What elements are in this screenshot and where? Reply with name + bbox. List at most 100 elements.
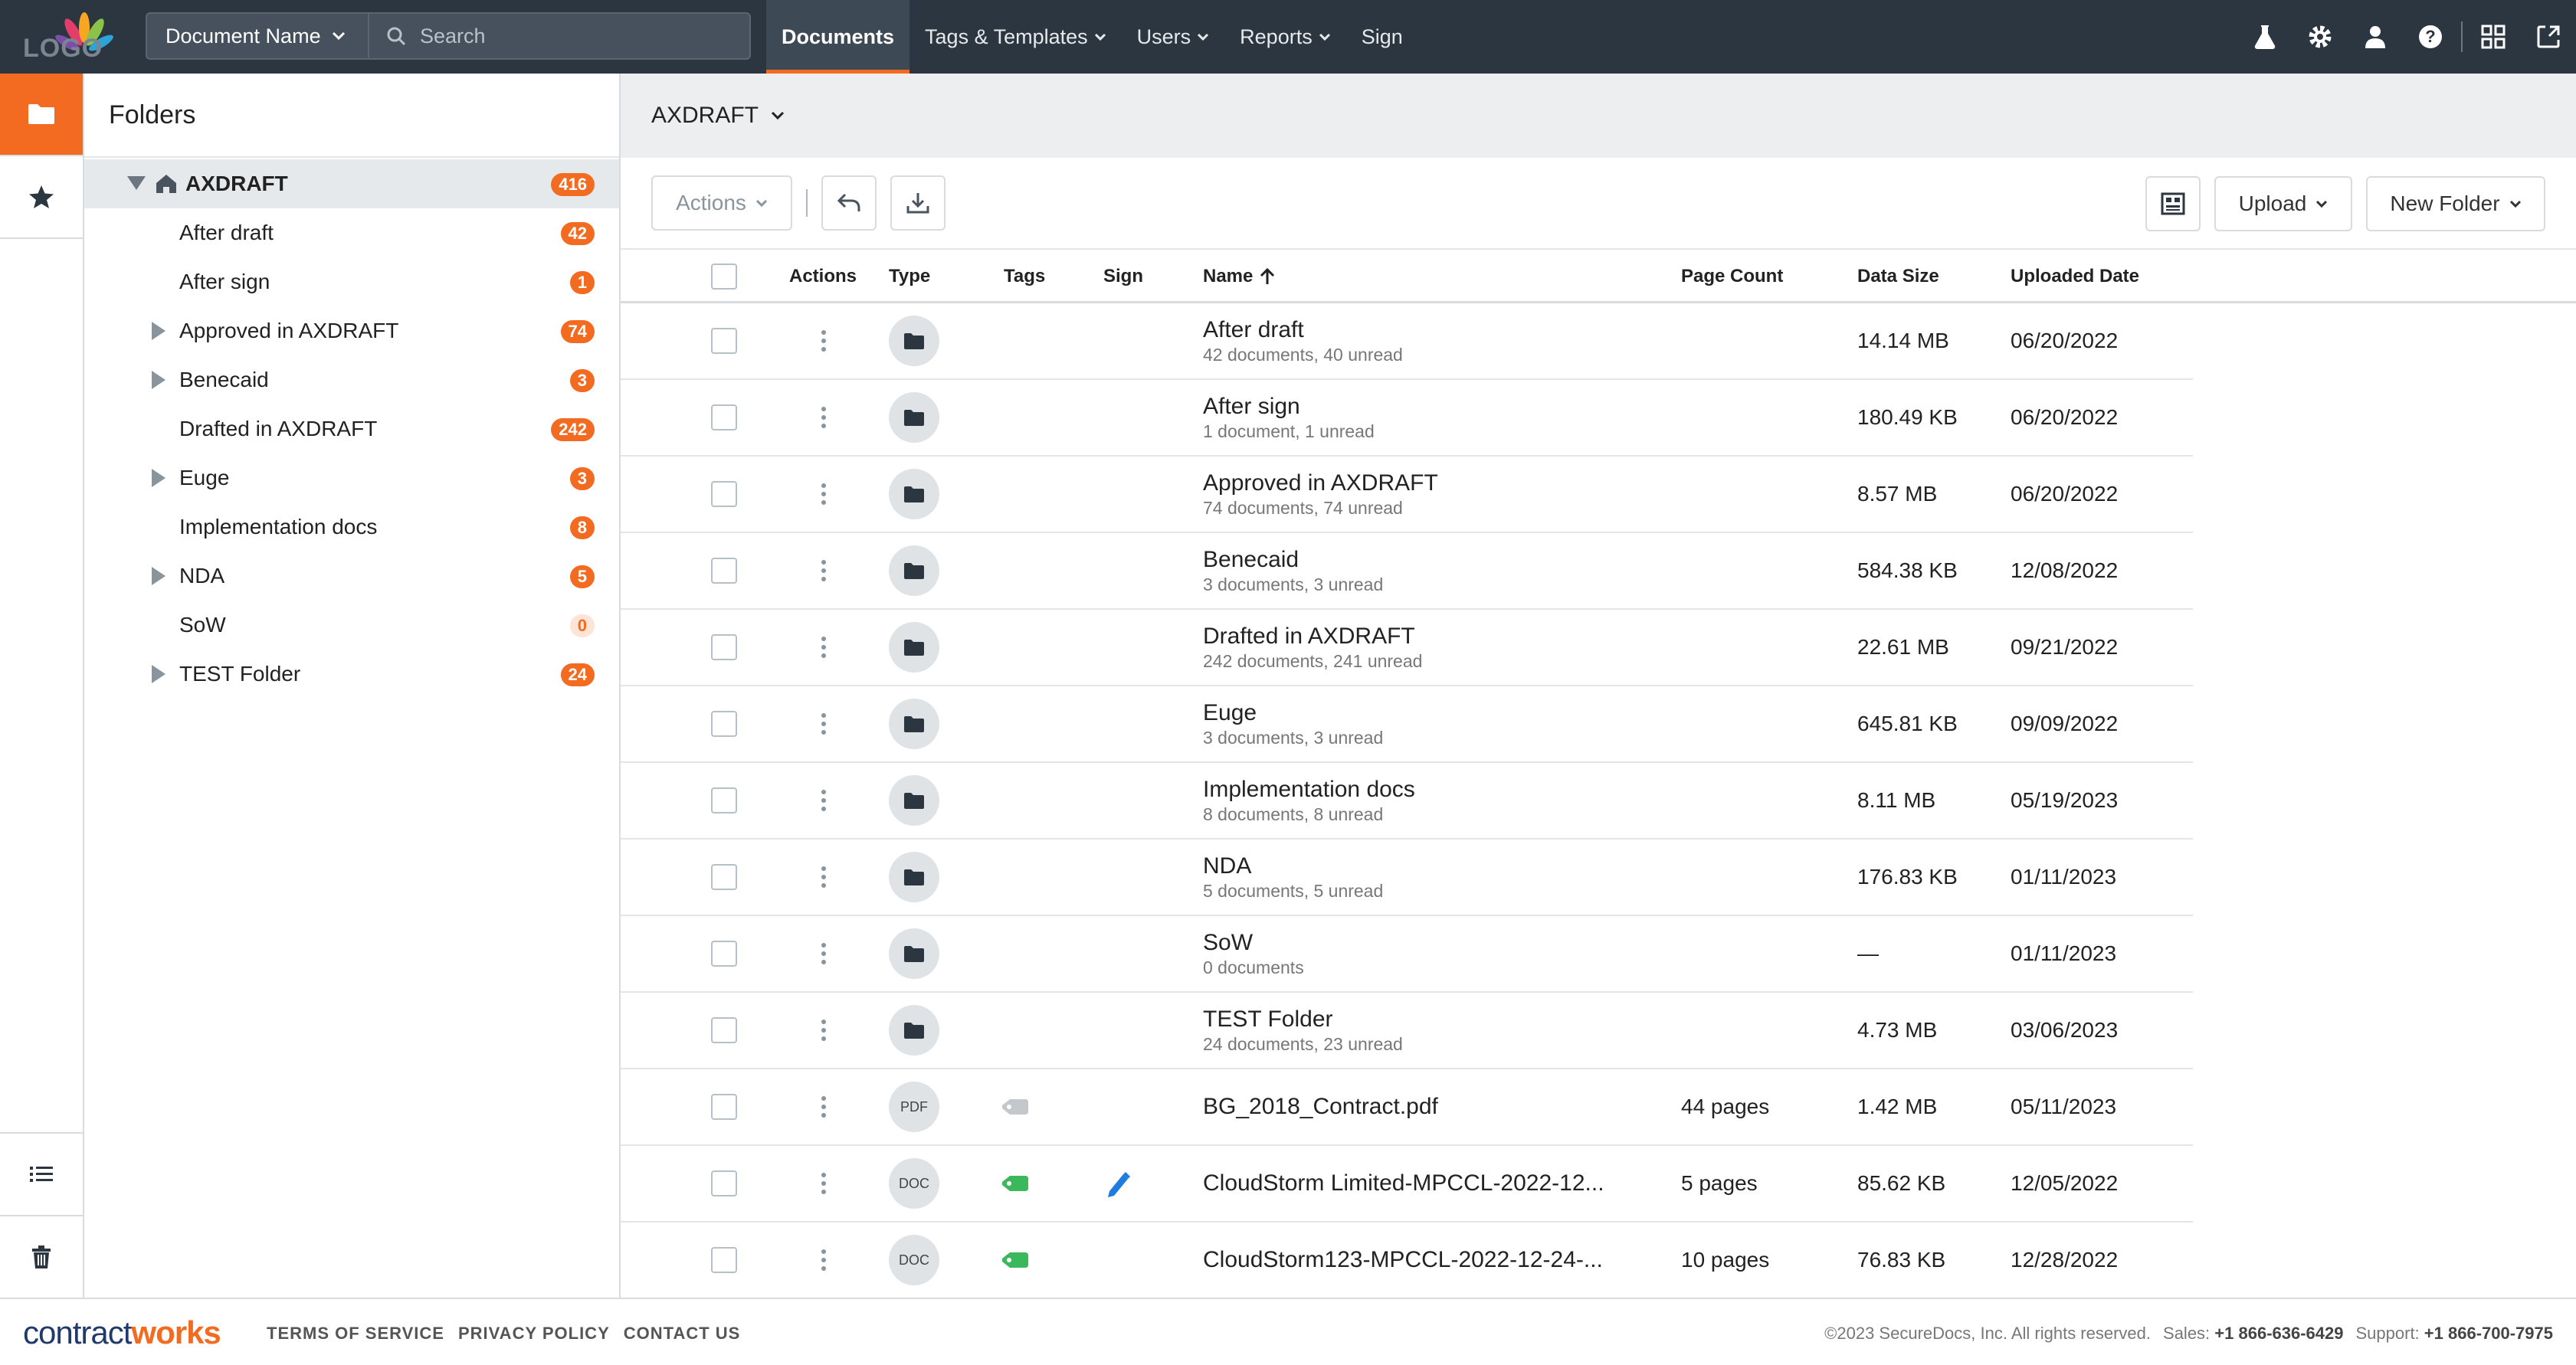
search-scope-dropdown[interactable]: Document Name [146,12,368,60]
caret-right-icon[interactable] [152,469,166,487]
row-checkbox[interactable] [711,328,737,354]
table-row[interactable]: DOC CloudStorm Limited-MPCCL-2022-12... 5 … [621,1146,2193,1223]
gear-icon[interactable] [2293,0,2348,74]
row-name[interactable]: Drafted in AXDRAFT [1203,623,1415,650]
folder-tree-item[interactable]: Implementation docs 8 [84,502,619,552]
name-cell[interactable]: NDA 5 documents, 5 unread [1203,840,1383,915]
table-row[interactable]: Drafted in AXDRAFT 242 documents, 241 unr… [621,610,2193,686]
folder-tree-item[interactable]: TEST Folder 24 [84,650,619,699]
app-logo[interactable]: LOGO [0,0,146,74]
row-name[interactable]: TEST Folder [1203,1006,1333,1033]
col-uploaded-date[interactable]: Uploaded Date [2011,251,2139,301]
row-checkbox[interactable] [711,558,737,584]
row-checkbox[interactable] [711,481,737,507]
folder-tree-item[interactable]: Euge 3 [84,453,619,502]
folder-tree-item[interactable]: Drafted in AXDRAFT 242 [84,404,619,453]
table-row[interactable]: After sign 1 document, 1 unread 180.49 KB 0… [621,380,2193,457]
row-checkbox[interactable] [711,1247,737,1273]
name-cell[interactable]: CloudStorm Limited-MPCCL-2022-12... [1203,1146,1604,1221]
row-checkbox[interactable] [711,711,737,737]
folder-tree-item[interactable]: Approved in AXDRAFT 74 [84,306,619,355]
row-name[interactable]: Implementation docs [1203,776,1415,804]
row-actions-menu[interactable] [821,533,826,608]
row-name[interactable]: After sign [1203,393,1300,421]
terms-link[interactable]: TERMS OF SERVICE [267,1324,444,1344]
table-row[interactable]: DOC CloudStorm123-MPCCL-2022-12-24-... 10 … [621,1223,2193,1299]
row-name[interactable]: Approved in AXDRAFT [1203,470,1438,497]
row-actions-menu[interactable] [821,686,826,761]
name-cell[interactable]: Approved in AXDRAFT 74 documents, 74 unre… [1203,457,1438,532]
folder-tree-item[interactable]: Benecaid 3 [84,355,619,404]
row-checkbox[interactable] [711,787,737,813]
folder-tree-root[interactable]: AXDRAFT 416 [84,159,619,208]
table-row[interactable]: After draft 42 documents, 40 unread 14.14 … [621,303,2193,380]
contact-link[interactable]: CONTACT US [624,1324,741,1344]
undo-button[interactable] [821,175,877,231]
row-actions-menu[interactable] [821,1146,826,1221]
row-actions-menu[interactable] [821,457,826,532]
col-name-header[interactable]: Name [1203,251,1276,301]
table-row[interactable]: Implementation docs 8 documents, 8 unread… [621,763,2193,840]
table-row[interactable]: TEST Folder 24 documents, 23 unread 4.73 M… [621,993,2193,1069]
row-actions-menu[interactable] [821,380,826,455]
row-actions-menu[interactable] [821,993,826,1068]
row-checkbox[interactable] [711,634,737,660]
folder-tree-item[interactable]: After draft 42 [84,208,619,257]
col-page-count[interactable]: Page Count [1681,251,1783,301]
name-cell[interactable]: After draft 42 documents, 40 unread [1203,303,1403,378]
name-cell[interactable]: TEST Folder 24 documents, 23 unread [1203,993,1403,1068]
user-icon[interactable] [2348,0,2403,74]
sign-cell[interactable] [1103,1146,1134,1221]
nav-users[interactable]: Users [1122,0,1225,74]
row-checkbox[interactable] [711,1170,737,1196]
flask-icon[interactable] [2237,0,2293,74]
caret-down-icon[interactable] [127,176,146,190]
nav-tags-templates[interactable]: Tags & Templates [909,0,1122,74]
name-cell[interactable]: BG_2018_Contract.pdf [1203,1069,1438,1144]
help-icon[interactable]: ? [2403,0,2458,74]
row-actions-menu[interactable] [821,1069,826,1144]
search-input[interactable]: Search [368,12,751,60]
row-name[interactable]: Euge [1203,699,1257,727]
name-cell[interactable]: Drafted in AXDRAFT 242 documents, 241 unr… [1203,610,1422,685]
rail-list[interactable] [0,1132,83,1215]
row-name[interactable]: CloudStorm123-MPCCL-2022-12-24-... [1203,1246,1603,1274]
tags-cell[interactable] [999,1146,1031,1221]
caret-right-icon[interactable] [152,665,166,683]
nav-sign[interactable]: Sign [1346,0,1418,74]
name-cell[interactable]: After sign 1 document, 1 unread [1203,380,1375,455]
row-checkbox[interactable] [711,404,737,430]
chevron-down-icon[interactable] [771,111,785,120]
row-name[interactable]: SoW [1203,929,1253,957]
row-checkbox[interactable] [711,1017,737,1043]
rail-trash[interactable] [0,1215,83,1298]
name-cell[interactable]: Implementation docs 8 documents, 8 unread [1203,763,1415,838]
select-all-checkbox[interactable] [711,263,737,290]
row-name[interactable]: BG_2018_Contract.pdf [1203,1093,1438,1121]
table-row[interactable]: NDA 5 documents, 5 unread 176.83 KB 01/11/2… [621,840,2193,916]
row-actions-menu[interactable] [821,840,826,915]
new-folder-button[interactable]: New Folder [2366,176,2545,231]
row-actions-menu[interactable] [821,763,826,838]
row-name[interactable]: NDA [1203,853,1251,880]
name-cell[interactable]: SoW 0 documents [1203,916,1304,991]
view-toggle-button[interactable] [2145,176,2201,231]
upload-button[interactable]: Upload [2214,176,2352,231]
row-actions-menu[interactable] [821,303,826,378]
table-row[interactable]: Benecaid 3 documents, 3 unread 584.38 KB 12… [621,533,2193,610]
row-actions-menu[interactable] [821,916,826,991]
actions-button[interactable]: Actions [651,175,792,231]
table-row[interactable]: Approved in AXDRAFT 74 documents, 74 unre… [621,457,2193,533]
table-row[interactable]: Euge 3 documents, 3 unread 645.81 KB 09/09/… [621,686,2193,763]
download-button[interactable] [890,175,946,231]
name-cell[interactable]: Euge 3 documents, 3 unread [1203,686,1383,761]
row-name[interactable]: After draft [1203,316,1304,344]
folder-tree-item[interactable]: NDA 5 [84,552,619,601]
table-row[interactable]: PDF BG_2018_Contract.pdf 44 pages 1.42 MB 05… [621,1069,2193,1146]
caret-right-icon[interactable] [152,371,166,389]
rail-folders[interactable] [0,74,83,156]
name-cell[interactable]: CloudStorm123-MPCCL-2022-12-24-... [1203,1223,1603,1298]
expand-icon[interactable] [2521,0,2576,74]
tags-cell[interactable] [999,1069,1031,1144]
nav-documents[interactable]: Documents [766,0,910,74]
